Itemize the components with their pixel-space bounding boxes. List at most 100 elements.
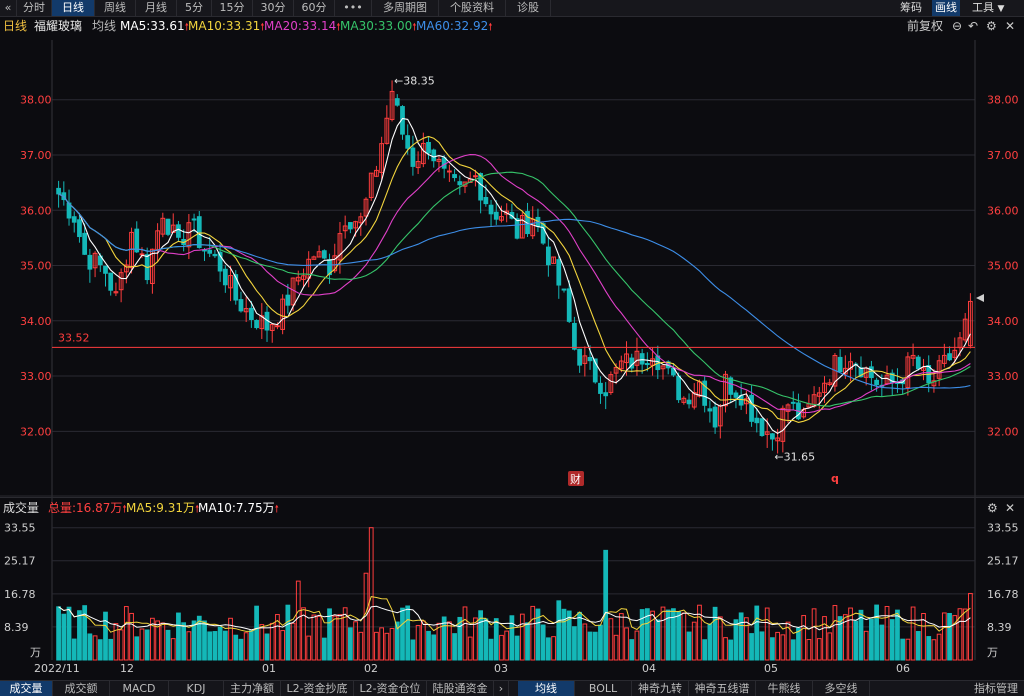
volume-bar (660, 606, 666, 661)
period-toolbar: « 分时 日线 周线 月线 5分 15分 30分 60分 ••• 多周期图 个股… (0, 0, 1024, 17)
candle-body (483, 197, 489, 205)
tabs-scroll-right[interactable]: › (494, 681, 509, 696)
volume-bar (900, 638, 906, 661)
more-periods-button[interactable]: ••• (335, 0, 372, 16)
volume-bar (530, 605, 536, 661)
candle-body (394, 98, 400, 106)
volume-bar (738, 612, 744, 661)
volume-bar (733, 619, 739, 661)
volume-bar (811, 608, 817, 661)
tab-30min[interactable]: 30分 (253, 0, 294, 16)
volume-close-icon[interactable]: ✕ (1005, 498, 1015, 518)
volume-bar (295, 580, 301, 661)
volume-tick-right: 33.55 (987, 522, 1019, 535)
tab-main-net[interactable]: 主力净额 (224, 681, 281, 696)
chart-annotations: 33.52 ←38.35 ←31.65 财 q (52, 74, 984, 486)
volume-bar (582, 623, 588, 661)
tab-volume[interactable]: 成交量 (0, 681, 53, 696)
candle-body (56, 187, 61, 195)
settings-icon[interactable]: ⚙ (986, 16, 997, 36)
tab-multi-period[interactable]: 多周期图 (372, 0, 439, 16)
candle-body (598, 382, 603, 394)
price-tick-right: 33.00 (987, 370, 1019, 383)
volume-bar (754, 605, 760, 661)
candle-body (754, 417, 760, 424)
volume-bar (186, 631, 192, 661)
high-label: ←38.35 (394, 74, 435, 87)
undo-icon[interactable]: ↶ (968, 16, 978, 36)
tab-macd[interactable]: MACD (110, 681, 169, 696)
tab-daily[interactable]: 日线 (52, 0, 95, 16)
volume-bar (87, 633, 93, 661)
tab-l2-position[interactable]: L2-资金仓位 (354, 681, 427, 696)
indicator-manage-button[interactable]: 指标管理 (968, 681, 1024, 696)
volume-bar (723, 637, 728, 661)
volume-bar (134, 636, 140, 661)
price-tick-right: 34.00 (987, 315, 1019, 328)
candle-body (275, 325, 280, 328)
indicator-tabs: 成交量 成交额 MACD KDJ 主力净额 L2-资金抄底 L2-资金仓位 陆股… (0, 680, 1024, 696)
back-button[interactable]: « (0, 0, 17, 16)
volume-bar (525, 622, 530, 661)
volume-bar (410, 639, 416, 661)
tab-long-short[interactable]: 多空线 (813, 681, 870, 696)
kline-chart[interactable]: 38.00 38.00 37.00 37.00 36.00 36.00 35.00 35.00… (0, 36, 1024, 680)
price-grid (0, 40, 1024, 660)
candle-body (556, 259, 562, 286)
ma20-line (58, 154, 971, 414)
zoom-out-icon[interactable]: ⊖ (952, 16, 962, 36)
volume-bar (926, 636, 932, 661)
ma-settings-label[interactable]: 均线 (92, 16, 116, 36)
volume-bar (280, 630, 286, 661)
tab-hk-connect[interactable]: 陆股通资金 (427, 681, 494, 696)
chips-button[interactable]: 筹码 (900, 0, 922, 16)
tab-kdj[interactable]: KDJ (169, 681, 224, 696)
volume-bar (853, 620, 859, 661)
volume-bar (290, 622, 296, 661)
tab-td9[interactable]: 神奇九转 (632, 681, 689, 696)
date-tick: 06 (896, 662, 910, 675)
volume-bar (228, 617, 233, 661)
candle-body (514, 218, 520, 239)
volume-title[interactable]: 成交量 (3, 498, 39, 518)
tools-button[interactable]: 工具 ▼ (972, 0, 1004, 16)
tab-60min[interactable]: 60分 (294, 0, 335, 16)
tab-boll[interactable]: BOLL (575, 681, 632, 696)
tab-weekly[interactable]: 周线 (95, 0, 136, 16)
adjust-dropdown[interactable]: 前复权 (907, 16, 943, 36)
candle-body (545, 246, 551, 266)
volume-bar (77, 610, 82, 661)
volume-bar (686, 631, 692, 661)
volume-bar (801, 615, 807, 661)
volume-bar (697, 604, 702, 661)
tab-15min[interactable]: 15分 (212, 0, 253, 16)
candle-body (603, 392, 609, 397)
tab-monthly[interactable]: 月线 (136, 0, 177, 16)
draw-line-button[interactable]: 画线 (932, 0, 960, 16)
volume-bar (863, 630, 869, 661)
volume-bar (285, 604, 291, 661)
volume-bar (712, 606, 718, 661)
tab-turnover[interactable]: 成交额 (53, 681, 110, 696)
candle-body (249, 307, 254, 320)
tab-fenshi[interactable]: 分时 (17, 0, 52, 16)
volume-bar (118, 629, 124, 661)
tab-l2-bottom[interactable]: L2-资金抄底 (281, 681, 354, 696)
close-icon[interactable]: ✕ (1005, 16, 1015, 36)
candle-body (212, 253, 218, 257)
volume-settings-icon[interactable]: ⚙ (987, 498, 998, 518)
tab-5min[interactable]: 5分 (177, 0, 212, 16)
volume-bar (806, 639, 812, 661)
volume-bar (639, 609, 645, 661)
stock-name[interactable]: 福耀玻璃 (34, 16, 82, 36)
tab-bull-bear[interactable]: 牛熊线 (756, 681, 813, 696)
volume-bar (895, 609, 900, 661)
volume-bar (316, 615, 322, 661)
volume-bar (509, 615, 515, 661)
tab-stock-info[interactable]: 个股资料 (439, 0, 506, 16)
volume-bar (598, 624, 603, 661)
volume-bar (129, 612, 134, 661)
tab-diagnosis[interactable]: 诊股 (506, 0, 551, 16)
tab-ma[interactable]: 均线 (518, 681, 575, 696)
tab-five-lines[interactable]: 神奇五线谱 (689, 681, 756, 696)
